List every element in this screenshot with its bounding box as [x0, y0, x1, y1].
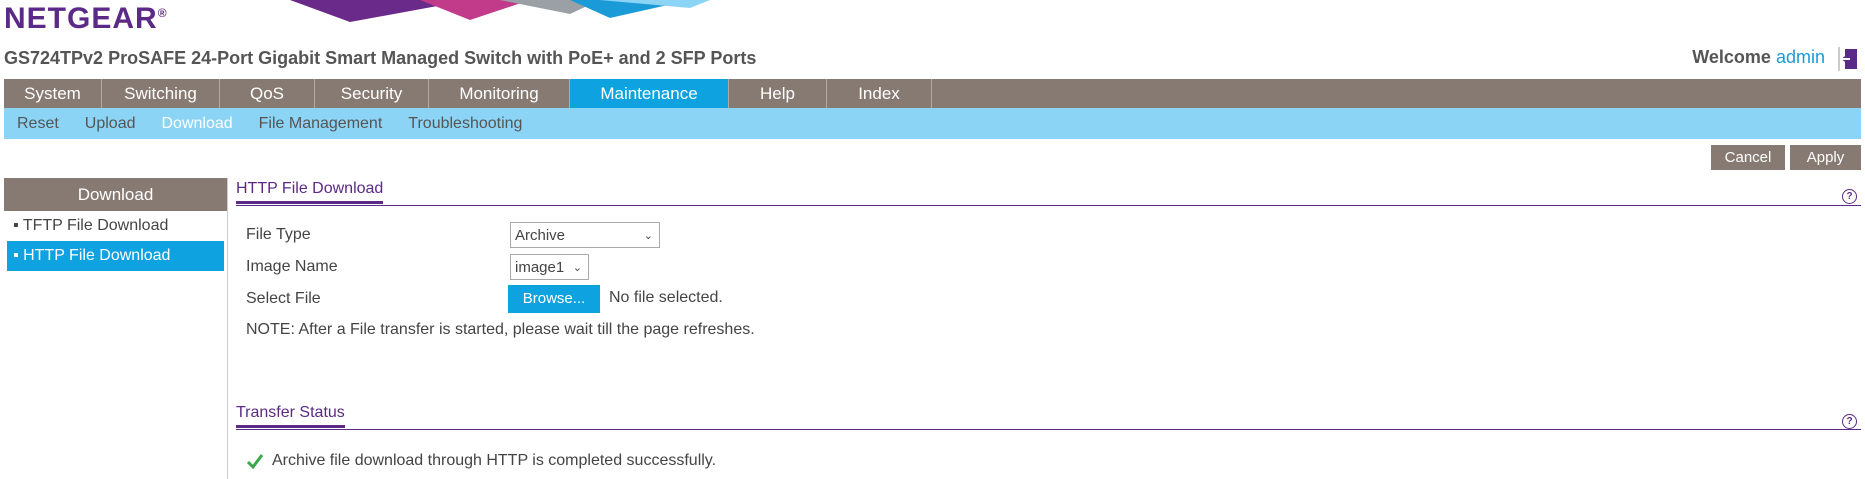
browse-button[interactable]: Browse...: [508, 285, 600, 313]
apply-button[interactable]: Apply: [1790, 145, 1861, 170]
check-icon: [246, 454, 264, 470]
sidebar: Download ▪ TFTP File Download ▪ HTTP Fil…: [4, 178, 228, 479]
device-model-title: GS724TPv2 ProSAFE 24-Port Gigabit Smart …: [4, 48, 757, 68]
tab-switching[interactable]: Switching: [102, 79, 220, 108]
logout-icon[interactable]: [1837, 46, 1861, 72]
subtab-download[interactable]: Download: [149, 108, 246, 139]
subtab-reset[interactable]: Reset: [4, 108, 72, 139]
transfer-status-title: Transfer Status: [236, 404, 345, 428]
tab-security[interactable]: Security: [315, 79, 429, 108]
help-icon[interactable]: ?: [1842, 189, 1857, 204]
sidebar-title: Download: [4, 178, 227, 211]
subtab-troubleshooting[interactable]: Troubleshooting: [395, 108, 535, 139]
sub-nav: Reset Upload Download File Management Tr…: [4, 108, 1861, 139]
http-section-title: HTTP File Download: [236, 180, 384, 204]
section-divider: [236, 429, 1861, 430]
help-icon[interactable]: ?: [1842, 414, 1857, 429]
sidebar-item-http-download[interactable]: ▪ HTTP File Download: [7, 241, 224, 271]
select-file-label: Select File: [246, 290, 321, 307]
image-name-select[interactable]: image1 ⌄: [510, 254, 589, 280]
main-nav: System Switching QoS Security Monitoring…: [4, 79, 1861, 108]
chevron-down-icon: ⌄: [643, 230, 653, 242]
no-file-text: No file selected.: [609, 289, 723, 306]
sidebar-item-tftp-download[interactable]: ▪ TFTP File Download: [7, 211, 224, 241]
welcome-text: Welcome admin: [1692, 47, 1825, 67]
file-type-label: File Type: [246, 226, 311, 243]
netgear-logo: NETGEAR®: [4, 2, 168, 35]
tab-help[interactable]: Help: [729, 79, 827, 108]
chevron-down-icon: ⌄: [572, 262, 582, 274]
file-type-select[interactable]: Archive ⌄: [510, 222, 660, 248]
tab-qos[interactable]: QoS: [220, 79, 315, 108]
user-link[interactable]: admin: [1776, 47, 1825, 67]
subtab-upload[interactable]: Upload: [72, 108, 149, 139]
tab-system[interactable]: System: [4, 79, 102, 108]
tab-maintenance[interactable]: Maintenance: [570, 79, 729, 108]
cancel-button[interactable]: Cancel: [1711, 145, 1785, 170]
subtab-file-management[interactable]: File Management: [246, 108, 396, 139]
section-divider: [236, 205, 1861, 206]
header-banner-graphic: [290, 0, 710, 22]
tab-monitoring[interactable]: Monitoring: [429, 79, 570, 108]
note-text: NOTE: After a File transfer is started, …: [246, 321, 755, 338]
image-name-label: Image Name: [246, 258, 338, 275]
tab-index[interactable]: Index: [827, 79, 932, 108]
transfer-status-message: Archive file download through HTTP is co…: [272, 452, 717, 469]
